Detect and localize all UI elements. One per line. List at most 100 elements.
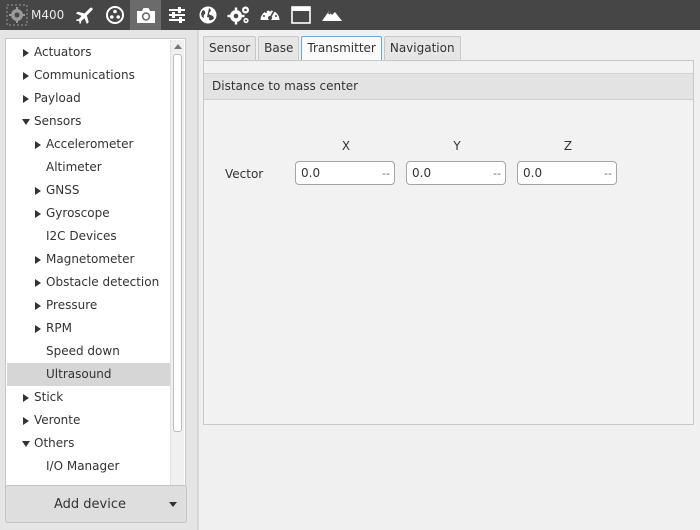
add-device-dropdown[interactable] <box>160 501 186 507</box>
tree-item-label: RPM <box>46 321 72 335</box>
tree-item-label: I2C Devices <box>46 229 117 243</box>
tree-item-obstacle-detection[interactable]: Obstacle detection <box>7 271 171 294</box>
tree-item-label: Gyroscope <box>46 206 110 220</box>
tree-item-gyroscope[interactable]: Gyroscope <box>7 202 171 225</box>
tree-item-i2c-devices[interactable]: I2C Devices <box>7 225 171 248</box>
tree-item-label: Stick <box>34 390 64 404</box>
sliders-icon <box>168 7 185 23</box>
collapsed-arrow-icon[interactable] <box>33 271 43 294</box>
field-value: 0.0 <box>301 166 321 180</box>
tree-item-label: Veronte <box>34 413 81 427</box>
tab-sensor[interactable]: Sensor <box>203 36 257 60</box>
tree-item-gnss[interactable]: GNSS <box>7 179 171 202</box>
expanded-arrow-icon[interactable] <box>21 110 31 133</box>
gear-icon <box>6 4 28 26</box>
gauge-button[interactable] <box>254 0 285 30</box>
collapsed-arrow-icon[interactable] <box>33 317 43 340</box>
gears-icon <box>227 6 249 25</box>
tab-base[interactable]: Base <box>258 36 300 60</box>
vector-x-input[interactable]: 0.0 -- <box>295 161 395 185</box>
vector-z-input[interactable]: 0.0 -- <box>517 161 617 185</box>
collapsed-arrow-icon[interactable] <box>21 41 31 64</box>
tab-transmitter[interactable]: Transmitter <box>301 36 382 61</box>
tree-item-label: Speed down <box>46 344 120 358</box>
device-label: M400 <box>31 8 65 22</box>
field-value: 0.0 <box>412 166 432 180</box>
field-unit: -- <box>493 166 501 180</box>
tree-item-magnetometer[interactable]: Magnetometer <box>7 248 171 271</box>
field-unit: -- <box>604 166 612 180</box>
add-device-label: Add device <box>53 496 126 512</box>
add-device-button[interactable]: Add device <box>5 485 187 523</box>
right-panel: Sensor Base Transmitter Navigation Distance… <box>199 30 700 530</box>
gears-button[interactable] <box>223 0 254 30</box>
top-toolbar: M400 <box>0 0 700 30</box>
column-label-x: X <box>341 139 351 153</box>
tree-item-i-o-manager[interactable]: I/O Manager <box>7 455 171 478</box>
device-tree: Actuators Communications Payload Sensors Acc… <box>5 38 186 508</box>
globe-icon <box>199 6 217 24</box>
tree-item-label: Others <box>34 436 75 450</box>
group-header: Distance to mass center <box>204 73 693 100</box>
camera-icon <box>136 8 155 23</box>
window-button[interactable] <box>285 0 316 30</box>
collapsed-arrow-icon[interactable] <box>21 64 31 87</box>
tree-item-ultrasound[interactable]: Ultrasound <box>7 363 171 386</box>
field-value: 0.0 <box>523 166 543 180</box>
chevron-down-icon <box>169 501 177 507</box>
collapsed-arrow-icon[interactable] <box>33 202 43 225</box>
tree-item-sensors[interactable]: Sensors <box>7 110 171 133</box>
column-label-y: Y <box>453 139 461 153</box>
tree-item-label: Communications <box>34 68 135 82</box>
tree-item-veronte[interactable]: Veronte <box>7 409 171 432</box>
globe-button[interactable] <box>192 0 223 30</box>
sliders-button[interactable] <box>161 0 192 30</box>
gauge-icon <box>260 9 280 20</box>
tree-item-label: Obstacle detection <box>46 275 160 289</box>
collapsed-arrow-icon[interactable] <box>33 133 43 156</box>
scrollbar-thumb[interactable] <box>173 54 182 432</box>
tree-item-label: GNSS <box>46 183 80 197</box>
scroll-up-icon[interactable] <box>174 44 182 49</box>
collapsed-arrow-icon[interactable] <box>21 87 31 110</box>
device-selector[interactable]: M400 <box>0 0 68 30</box>
collapsed-arrow-icon[interactable] <box>33 248 43 271</box>
tree-item-others[interactable]: Others <box>7 432 171 455</box>
mountain-button[interactable] <box>316 0 347 30</box>
collapsed-arrow-icon[interactable] <box>21 409 31 432</box>
mountain-icon <box>321 11 342 21</box>
tree-item-label: Sensors <box>34 114 82 128</box>
tree-item-stick[interactable]: Stick <box>7 386 171 409</box>
expanded-arrow-icon[interactable] <box>21 432 31 455</box>
radio-button[interactable] <box>99 0 130 30</box>
tree-item-rpm[interactable]: RPM <box>7 317 171 340</box>
collapsed-arrow-icon[interactable] <box>21 386 31 409</box>
airplane-button[interactable] <box>68 0 99 30</box>
tree-item-label: Pressure <box>46 298 98 312</box>
field-unit: -- <box>382 166 390 180</box>
tree-item-altimeter[interactable]: Altimeter <box>7 156 171 179</box>
tree-item-actuators[interactable]: Actuators <box>7 41 171 64</box>
tree-item-accelerometer[interactable]: Accelerometer <box>7 133 171 156</box>
tab-content: Distance to mass center X Y Z Vector 0.0… <box>203 60 694 425</box>
tree-item-label: Ultrasound <box>46 367 112 381</box>
radio-icon <box>105 6 124 24</box>
tree-item-speed-down[interactable]: Speed down <box>7 340 171 363</box>
airplane-icon <box>75 7 93 25</box>
column-label-z: Z <box>563 139 573 153</box>
left-panel: Actuators Communications Payload Sensors Acc… <box>0 30 197 530</box>
vector-y-input[interactable]: 0.0 -- <box>406 161 506 185</box>
tree-item-label: I/O Manager <box>46 459 120 473</box>
tree-item-communications[interactable]: Communications <box>7 64 171 87</box>
tab-navigation[interactable]: Navigation <box>383 36 461 60</box>
collapsed-arrow-icon[interactable] <box>33 294 43 317</box>
tree-item-label: Altimeter <box>46 160 102 174</box>
tree-scrollbar[interactable] <box>170 40 184 506</box>
tree-item-pressure[interactable]: Pressure <box>7 294 171 317</box>
window-icon <box>290 6 311 24</box>
tree-item-payload[interactable]: Payload <box>7 87 171 110</box>
tab-bar: Sensor Base Transmitter Navigation <box>203 36 463 61</box>
collapsed-arrow-icon[interactable] <box>33 179 43 202</box>
tree-item-label: Actuators <box>34 45 92 59</box>
camera-button[interactable] <box>130 0 162 30</box>
